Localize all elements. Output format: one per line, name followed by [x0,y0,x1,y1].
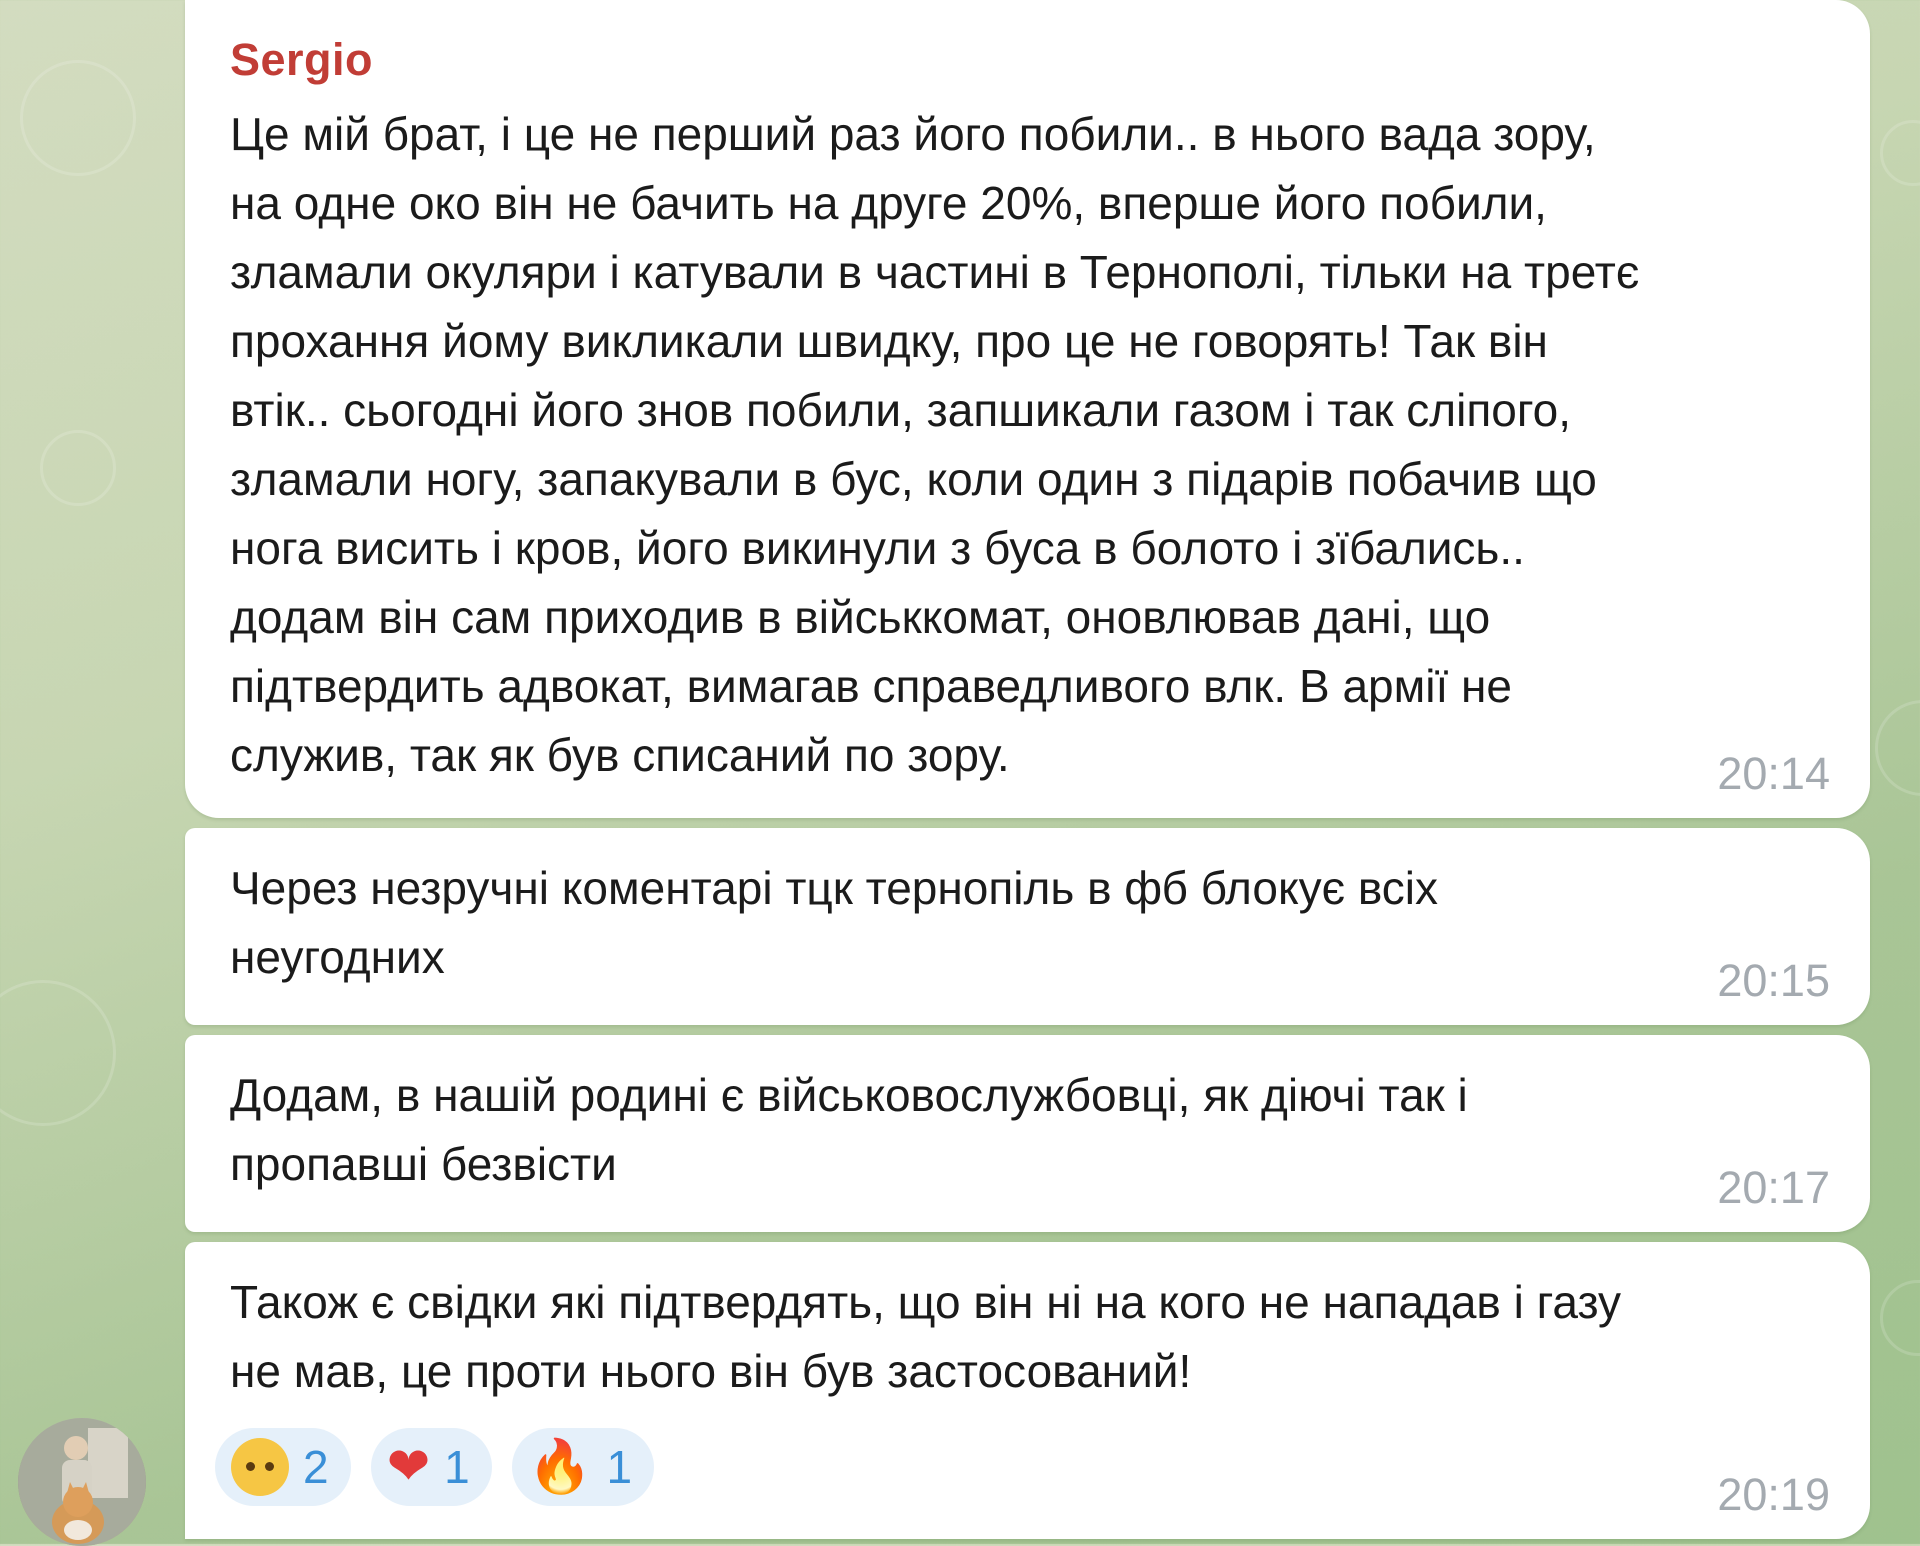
message-bubble[interactable]: Також є свідки які підтвердять, що він н… [185,1242,1870,1539]
reaction-exploding-head[interactable]: 2 [215,1428,351,1506]
reaction-count: 2 [303,1441,329,1493]
chat-history[interactable]: Sergio Це мій брат, і це не перший раз й… [0,0,1920,1546]
heart-icon: ❤ [386,1437,431,1497]
message-bubble[interactable]: Sergio Це мій брат, і це не перший раз й… [185,0,1870,818]
message-time: 20:17 [1717,1162,1830,1213]
message-text: Також є свідки які підтвердять, що він н… [230,1276,1622,1397]
fire-icon: 🔥 [527,1437,593,1497]
sender-name[interactable]: Sergio [230,34,373,86]
message-time: 20:19 [1717,1469,1830,1520]
message-text: Це мій брат, і це не перший раз його поб… [230,108,1640,781]
reaction-fire[interactable]: 🔥 1 [511,1428,655,1506]
reaction-count: 1 [444,1441,470,1493]
reactions-bar: 2 ❤ 1 🔥 1 [215,1428,655,1506]
reaction-red-heart[interactable]: ❤ 1 [370,1428,492,1506]
message-text: Додам, в нашій родині є військовослужбов… [230,1069,1468,1190]
message-time: 20:15 [1717,955,1830,1006]
message-bubble[interactable]: Додам, в нашій родині є військовослужбов… [185,1035,1870,1232]
message-bubble[interactable]: Через незручні коментарі тцк тернопіль в… [185,828,1870,1025]
exploding-head-icon [231,1438,289,1496]
reaction-count: 1 [606,1441,633,1493]
message-time: 20:14 [1717,748,1830,799]
avatar-photo [18,1418,146,1546]
avatar[interactable] [18,1418,146,1546]
message-text: Через незручні коментарі тцк тернопіль в… [230,862,1438,983]
